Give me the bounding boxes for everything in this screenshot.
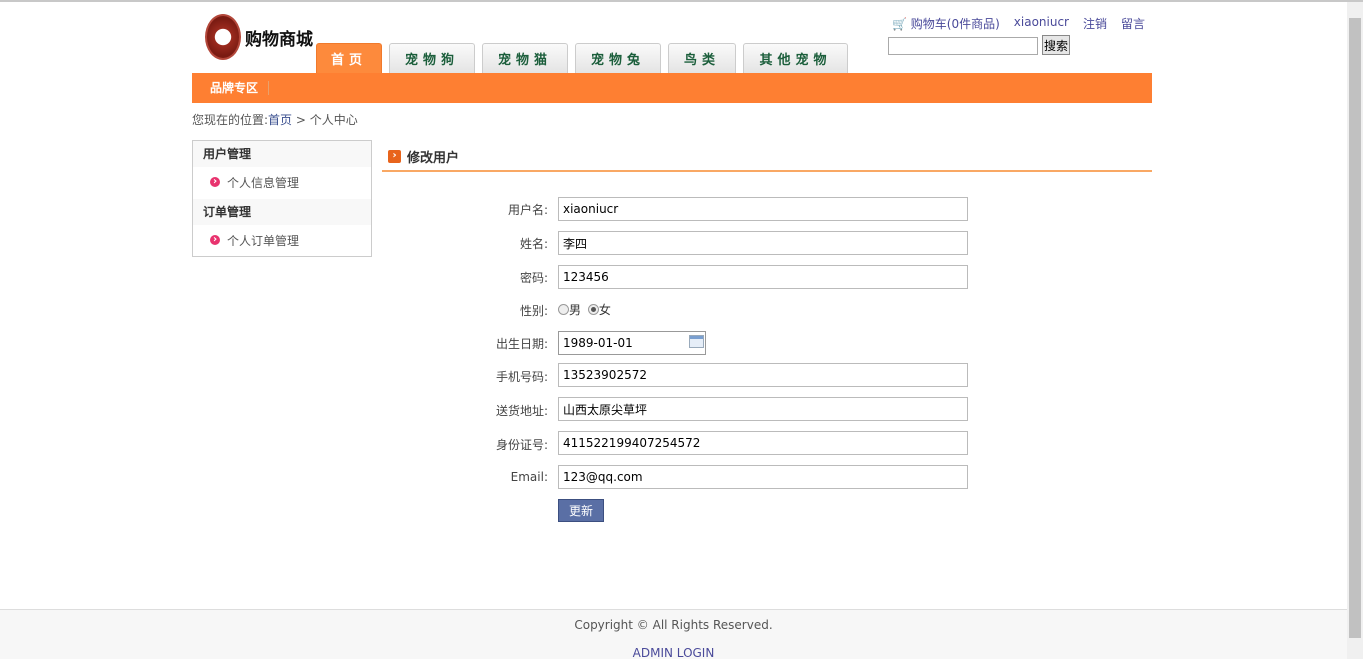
sidebar-group-user: 用户管理 (193, 141, 371, 167)
search-input[interactable] (888, 37, 1038, 55)
tab-rabbit[interactable]: 宠物兔 (575, 43, 661, 73)
logo-text: 购物商城 (245, 29, 313, 50)
admin-login-link[interactable]: ADMIN LOGIN (0, 646, 1347, 660)
sidebar-item-orders[interactable]: 个人订单管理 (193, 225, 371, 257)
address-label: 送货地址: (495, 404, 548, 418)
email-input[interactable] (558, 465, 968, 489)
footer: Copyright © All Rights Reserved. ADMIN L… (0, 609, 1347, 660)
username-label: 用户名: (507, 203, 548, 217)
password-label: 密码: (519, 271, 548, 285)
update-button[interactable]: 更新 (558, 499, 604, 522)
gender-male-label: 男 (569, 303, 582, 317)
logo[interactable]: 购物商城 (205, 12, 315, 62)
gender-female-label: 女 (598, 303, 611, 317)
search-button[interactable]: 搜索 (1042, 35, 1070, 55)
tab-home[interactable]: 首页 (316, 43, 382, 73)
name-label: 姓名: (519, 237, 548, 251)
tab-other[interactable]: 其他宠物 (743, 43, 848, 73)
gender-female-radio[interactable] (587, 304, 599, 315)
breadcrumb-prefix: 您现在的位置: (192, 113, 269, 127)
cart-link[interactable]: 🛒 购物车(0件商品) (892, 15, 1000, 32)
user-link[interactable]: xiaoniucr (1014, 15, 1069, 32)
breadcrumb-current: 个人中心 (309, 113, 358, 127)
gender-label: 性别: (519, 304, 548, 318)
tab-bird[interactable]: 鸟类 (668, 43, 736, 73)
breadcrumb-sep: > (295, 113, 306, 127)
sidebar: 用户管理 个人信息管理 订单管理 个人订单管理 (192, 140, 372, 257)
birth-date-input[interactable] (558, 331, 706, 355)
phone-input[interactable] (558, 363, 968, 387)
idcard-input[interactable] (558, 431, 968, 455)
birth-label: 出生日期: (495, 337, 548, 351)
tab-cat[interactable]: 宠物猫 (482, 43, 568, 73)
top-links: 🛒 购物车(0件商品) xiaoniucr 注销 留言 (892, 15, 1145, 32)
logo-seal-icon (205, 14, 241, 60)
copyright: Copyright © All Rights Reserved. (574, 618, 773, 632)
breadcrumb-home[interactable]: 首页 (268, 113, 292, 127)
cart-label: 购物车(0件商品) (910, 17, 1000, 31)
calendar-icon[interactable] (689, 335, 704, 348)
breadcrumb: 您现在的位置:首页 > 个人中心 (192, 111, 358, 128)
phone-label: 手机号码: (495, 370, 548, 384)
page-title: › 修改用户 (382, 142, 1152, 172)
nav-brand-zone[interactable]: 品牌专区 (192, 81, 270, 95)
email-label: Email: (510, 470, 548, 484)
scrollbar-thumb[interactable] (1349, 18, 1361, 638)
logout-link[interactable]: 注销 (1083, 15, 1107, 32)
name-input[interactable] (558, 231, 968, 255)
sub-nav: 品牌专区 (192, 73, 1152, 103)
idcard-label: 身份证号: (495, 438, 548, 452)
page-title-text: 修改用户 (407, 150, 460, 166)
message-link[interactable]: 留言 (1121, 15, 1145, 32)
gender-male-radio[interactable] (558, 304, 569, 315)
address-input[interactable] (558, 397, 968, 421)
cart-icon: 🛒 (892, 17, 907, 31)
gender-group: 男 女 (558, 301, 611, 318)
password-input[interactable] (558, 265, 968, 289)
sidebar-group-order: 订单管理 (193, 199, 371, 225)
arrow-right-icon: › (388, 149, 401, 163)
sidebar-item-profile[interactable]: 个人信息管理 (193, 167, 371, 199)
tab-dog[interactable]: 宠物狗 (389, 43, 475, 73)
username-input[interactable] (558, 197, 968, 221)
